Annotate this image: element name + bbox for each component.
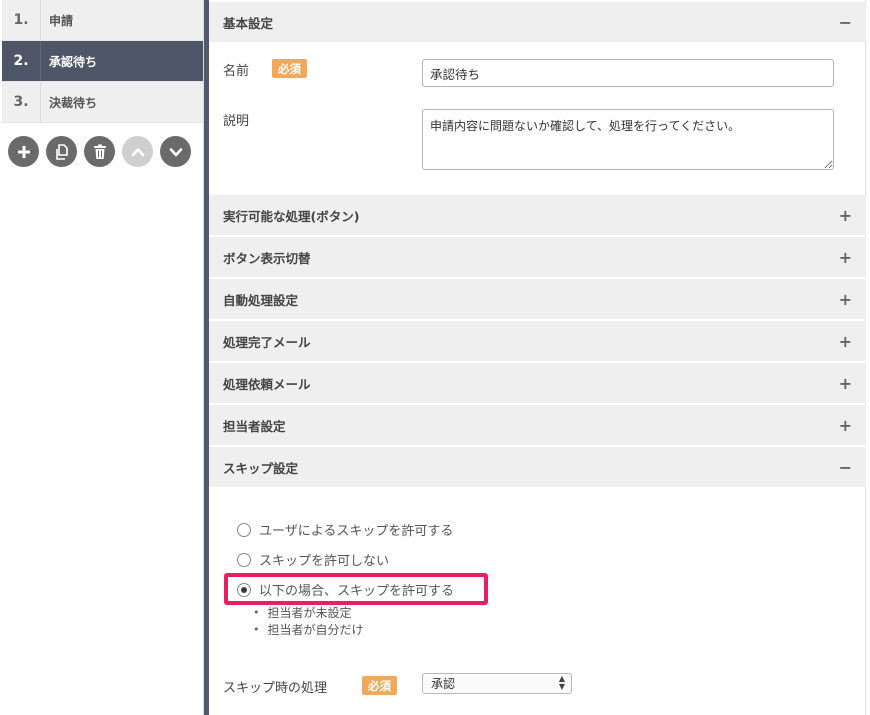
step-item-3[interactable]: 3. 決裁待ち (2, 82, 203, 123)
section-skip-settings-header[interactable]: スキップ設定 − (209, 447, 866, 487)
expand-icon[interactable]: + (839, 363, 852, 403)
expand-icon[interactable]: + (839, 237, 852, 277)
trash-icon (93, 144, 106, 159)
name-label: 名前 (223, 64, 250, 79)
name-field[interactable] (422, 59, 834, 87)
required-badge: 必須 (362, 676, 397, 695)
section-title: 基本設定 (223, 15, 274, 31)
section-button-display-header[interactable]: ボタン表示切替 + (209, 237, 866, 277)
section-completion-mail-header[interactable]: 処理完了メール + (209, 321, 866, 361)
step-sidebar: 1. 申請 2. 承認待ち 3. 決裁待ち (2, 0, 204, 715)
skip-option-not-allowed[interactable]: スキップを許可しない (237, 550, 389, 569)
skip-conditions-list: 担当者が未設定 担当者が自分だけ (253, 604, 364, 638)
skip-action-label: スキップ時の処理 (223, 681, 328, 696)
collapse-icon[interactable]: − (839, 447, 852, 487)
step-number: 2. (2, 41, 41, 81)
step-item-2[interactable]: 2. 承認待ち (2, 41, 203, 82)
radio-button[interactable] (237, 552, 251, 567)
radio-label: ユーザによるスキップを許可する (259, 524, 454, 539)
move-step-up-button[interactable] (122, 136, 153, 167)
collapse-icon[interactable]: − (839, 2, 852, 42)
step-toolbar (2, 123, 203, 167)
skip-action-select[interactable]: 承認 ▲ ▼ (422, 673, 572, 694)
select-value: 承認 (431, 677, 456, 691)
radio-button[interactable] (237, 522, 251, 537)
chevron-up-icon (131, 147, 144, 156)
skip-option-user-allowed[interactable]: ユーザによるスキップを許可する (237, 520, 453, 539)
required-badge: 必須 (272, 59, 307, 78)
section-title: 処理依頼メール (223, 376, 311, 392)
section-title: ボタン表示切替 (223, 250, 311, 266)
plus-icon (17, 145, 30, 158)
step-item-1[interactable]: 1. 申請 (2, 0, 203, 41)
radio-button-selected[interactable] (237, 582, 251, 597)
list-item: 担当者が未設定 (253, 604, 364, 621)
section-actions-header[interactable]: 実行可能な処理(ボタン) + (209, 195, 866, 235)
description-field[interactable]: 申請内容に問題ないか確認して、処理を行ってください。 (422, 109, 834, 170)
step-label: 決裁待ち (49, 95, 98, 110)
description-label: 説明 (223, 114, 250, 129)
step-number: 1. (2, 0, 41, 40)
section-title: 担当者設定 (223, 418, 286, 434)
section-request-mail-header[interactable]: 処理依頼メール + (209, 363, 866, 403)
radio-label: スキップを許可しない (259, 554, 390, 569)
step-label: 承認待ち (49, 54, 98, 69)
expand-icon[interactable]: + (839, 195, 852, 235)
add-step-button[interactable] (8, 136, 39, 167)
copy-icon (55, 143, 68, 160)
chevron-down-icon (169, 147, 182, 156)
section-basic-settings-header[interactable]: 基本設定 − (209, 2, 866, 42)
expand-icon[interactable]: + (839, 279, 852, 319)
move-step-down-button[interactable] (160, 136, 191, 167)
copy-step-button[interactable] (46, 136, 77, 167)
section-assignee-header[interactable]: 担当者設定 + (209, 405, 866, 445)
section-auto-process-header[interactable]: 自動処理設定 + (209, 279, 866, 319)
step-label: 申請 (49, 13, 74, 28)
step-number: 3. (2, 82, 41, 122)
skip-option-conditional[interactable]: 以下の場合、スキップを許可する (237, 580, 454, 599)
radio-label: 以下の場合、スキップを許可する (259, 584, 455, 599)
section-title: 実行可能な処理(ボタン) (223, 208, 360, 224)
settings-panel: 基本設定 − 名前 必須 説明 申請内容に問題ないか確認して、処理を行ってくださ… (209, 0, 866, 715)
select-arrows-icon: ▲ ▼ (558, 674, 565, 691)
delete-step-button[interactable] (84, 136, 115, 167)
section-title: 処理完了メール (223, 334, 311, 350)
expand-icon[interactable]: + (839, 405, 852, 445)
expand-icon[interactable]: + (839, 321, 852, 361)
list-item: 担当者が自分だけ (253, 621, 364, 638)
section-title: スキップ設定 (223, 460, 299, 476)
section-title: 自動処理設定 (223, 292, 299, 308)
